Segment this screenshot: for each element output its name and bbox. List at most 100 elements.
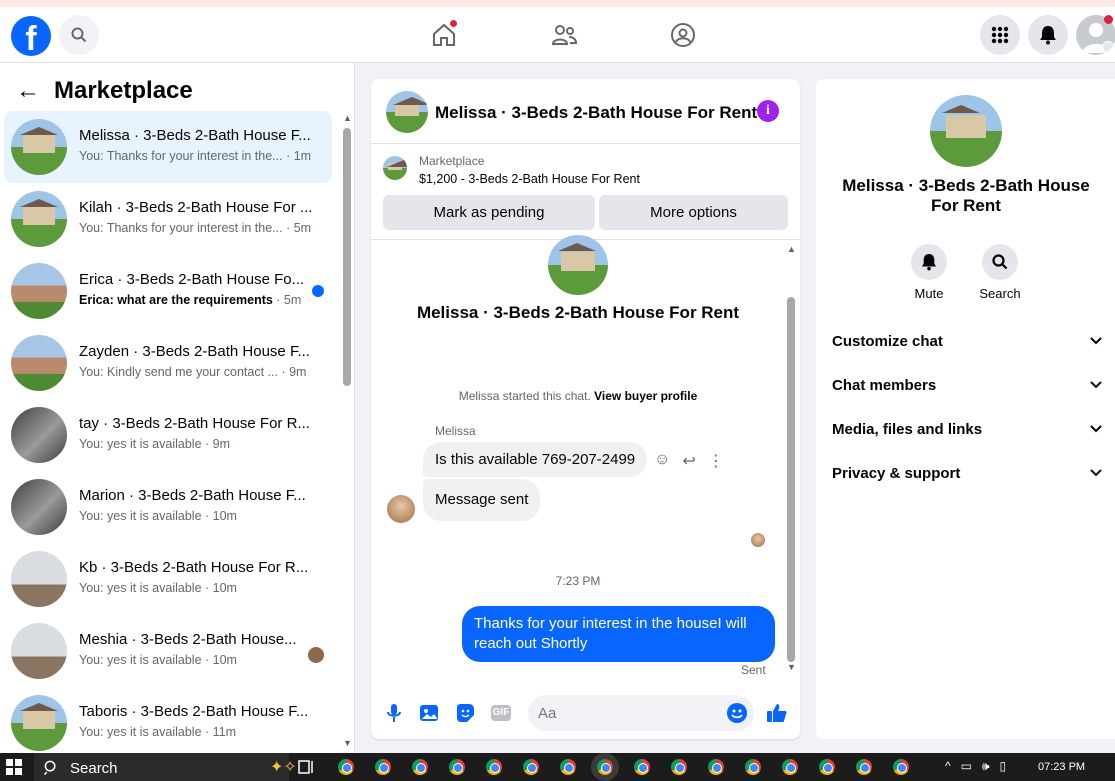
conversation-item[interactable]: Erica · 3-Beds 2-Bath House Fo... Erica:… (4, 255, 332, 327)
menu-button[interactable] (980, 15, 1020, 55)
chat-members-section[interactable]: Chat members (832, 363, 1102, 407)
conversation-item[interactable]: Zayden · 3-Beds 2-Bath House F... You: K… (4, 327, 332, 399)
task-view-icon[interactable] (298, 760, 314, 774)
photo-icon (420, 705, 438, 721)
send-like-button[interactable] (766, 702, 788, 724)
seen-receipt-avatar (751, 533, 765, 547)
conversation-preview: You: Thanks for your interest in the... … (79, 221, 312, 235)
section-label: Chat members (832, 376, 937, 394)
voice-clip-button[interactable] (383, 702, 405, 724)
conversation-preview: You: yes it is available · 11m (79, 725, 237, 739)
reply-icon[interactable]: ↩ (682, 451, 695, 471)
chrome-taskbar-icon[interactable] (856, 759, 872, 775)
scroll-up-arrow-icon[interactable]: ▲ (787, 244, 796, 254)
chrome-taskbar-icon[interactable] (560, 759, 576, 775)
taskbar-clock[interactable]: 07:23 PM (1038, 761, 1085, 773)
mark-as-pending-button[interactable]: Mark as pending (383, 195, 595, 230)
media-files-links-section[interactable]: Media, files and links (832, 407, 1102, 451)
scroll-down-arrow-icon[interactable]: ▼ (343, 738, 352, 748)
chrome-taskbar-icon[interactable] (591, 753, 619, 781)
scroll-up-arrow-icon[interactable]: ▲ (343, 113, 352, 123)
listing-price-title[interactable]: $1,200 - 3-Beds 2-Bath House For Rent (419, 172, 640, 186)
chrome-taskbar-icon[interactable] (708, 759, 724, 775)
listing-bar: Marketplace $1,200 - 3-Beds 2-Bath House… (371, 144, 800, 240)
chat-scrollbar[interactable]: ▲ ▼ (785, 244, 797, 674)
sent-status: Sent (741, 663, 766, 677)
conversation-title: Zayden · 3-Beds 2-Bath House F... (79, 343, 310, 360)
conversation-preview: You: Thanks for your interest in the... … (79, 149, 312, 163)
chrome-taskbar-icon[interactable] (338, 759, 354, 775)
privacy-support-section[interactable]: Privacy & support (832, 451, 1102, 495)
search-in-chat-button[interactable]: Search (970, 244, 1030, 301)
scrollbar-thumb[interactable] (343, 128, 351, 386)
chrome-taskbar-icon[interactable] (819, 759, 835, 775)
incoming-message[interactable]: Is this available 769-207-2499 (423, 442, 648, 477)
outgoing-message[interactable]: Thanks for your interest in the houseI w… (462, 606, 775, 662)
details-title: Melissa · 3-Beds 2-Bath House For Rent (842, 176, 1090, 215)
search-icon (992, 254, 1008, 270)
facebook-logo[interactable]: f (11, 16, 51, 56)
home-notification-dot (449, 19, 458, 28)
top-strip (0, 0, 1115, 7)
conversation-item[interactable]: Taboris · 3-Beds 2-Bath House F... You: … (4, 687, 332, 753)
more-options-button[interactable]: More options (599, 195, 788, 230)
conversation-item[interactable]: Melissa · 3-Beds 2-Bath House F... You: … (4, 111, 332, 183)
chrome-taskbar-icon[interactable] (412, 759, 428, 775)
taskbar-search[interactable]: Search ✦✧ (34, 753, 297, 781)
listing-thumbnail (11, 479, 67, 535)
conversation-item[interactable]: Meshia · 3-Beds 2-Bath House... You: yes… (4, 615, 332, 687)
message-input[interactable] (528, 695, 754, 731)
chrome-taskbar-icon[interactable] (893, 759, 909, 775)
customize-chat-section[interactable]: Customize chat (832, 319, 1102, 363)
network-icon[interactable]: ▭ (961, 759, 972, 774)
listing-thumbnail (11, 191, 67, 247)
scrollbar-thumb[interactable] (787, 297, 795, 662)
friends-nav-button[interactable] (548, 19, 580, 51)
conversation-item[interactable]: Kb · 3-Beds 2-Bath House For R... You: y… (4, 543, 332, 615)
tray-chevron-icon[interactable]: ^ (945, 759, 951, 774)
scroll-down-arrow-icon[interactable]: ▼ (787, 662, 796, 672)
chrome-taskbar-icon[interactable] (486, 759, 502, 775)
search-button[interactable] (59, 15, 99, 55)
bell-icon (921, 254, 937, 271)
gif-icon: GIF (491, 705, 511, 721)
battery-icon[interactable]: ▯ (1000, 759, 1007, 774)
volume-icon[interactable]: 🕪 (982, 759, 990, 774)
mute-button[interactable]: Mute (899, 244, 959, 301)
windows-start-icon[interactable] (6, 759, 22, 775)
incoming-message[interactable]: Message sent (423, 479, 541, 521)
sticker-button[interactable] (454, 702, 476, 724)
chrome-taskbar-icon[interactable] (782, 759, 798, 775)
gif-button[interactable]: GIF (490, 702, 512, 724)
info-icon[interactable]: i (757, 100, 779, 122)
conversation-title: Marion · 3-Beds 2-Bath House F... (79, 487, 306, 504)
chat-title[interactable]: Melissa · 3-Beds 2-Bath House For Rent (435, 103, 757, 123)
chrome-taskbar-icon[interactable] (449, 759, 465, 775)
conversation-item[interactable]: Marion · 3-Beds 2-Bath House F... You: y… (4, 471, 332, 543)
system-tray: ^ ▭ 🕪 ▯ (945, 759, 1006, 774)
conversation-item[interactable]: Kilah · 3-Beds 2-Bath House For ... You:… (4, 183, 332, 255)
attach-photo-button[interactable] (418, 702, 440, 724)
notifications-button[interactable] (1028, 15, 1068, 55)
conversation-item[interactable]: tay · 3-Beds 2-Bath House For R... You: … (4, 399, 332, 471)
conversation-title: Melissa · 3-Beds 2-Bath House F... (79, 127, 311, 144)
chrome-taskbar-icon[interactable] (671, 759, 687, 775)
more-dots-icon[interactable]: ⋮ (708, 451, 724, 471)
chrome-taskbar-icon[interactable] (745, 759, 761, 775)
details-thumbnail[interactable] (930, 95, 1002, 167)
chat-listing-thumbnail[interactable] (386, 91, 428, 133)
react-emoji-icon[interactable]: ☺ (654, 451, 670, 471)
groups-nav-button[interactable] (667, 19, 699, 51)
view-buyer-profile-link[interactable]: View buyer profile (594, 389, 697, 403)
emoji-icon[interactable] (727, 703, 747, 723)
chrome-taskbar-icon[interactable] (523, 759, 539, 775)
sparkle-icon: ✦✧ (270, 759, 297, 776)
chat-header: Melissa · 3-Beds 2-Bath House For Rent i (371, 79, 800, 144)
listing-thumbnail (11, 695, 67, 751)
chrome-taskbar-icon[interactable] (634, 759, 650, 775)
sidebar-scrollbar[interactable]: ▲ ▼ (342, 113, 352, 753)
home-nav-button[interactable] (428, 19, 460, 51)
back-arrow-icon[interactable]: ← (16, 77, 40, 105)
chrome-taskbar-icon[interactable] (375, 759, 391, 775)
search-icon (71, 27, 87, 43)
